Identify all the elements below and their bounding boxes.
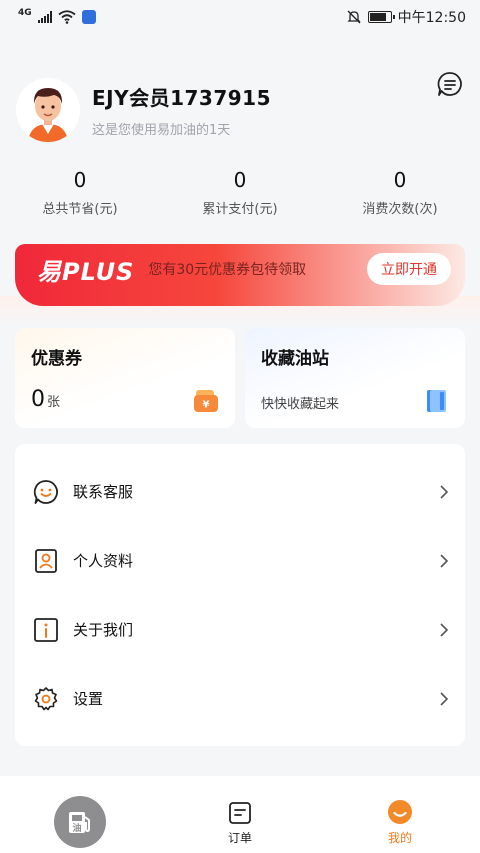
coupon-count: 0 — [31, 387, 45, 412]
settings-menu: 联系客服 个人资料 关于我们 设置 — [15, 444, 465, 746]
coupon-card[interactable]: 优惠券 0 张 ¥ — [15, 328, 235, 428]
network-type: 4G — [18, 8, 32, 18]
nav-gas[interactable]: 油 — [0, 776, 160, 853]
menu-item-customer-service[interactable]: 联系客服 — [15, 457, 465, 526]
usage-days-text: 这是您使用易加油的1天 — [92, 123, 231, 138]
menu-item-settings[interactable]: 设置 — [15, 664, 465, 733]
message-icon[interactable] — [436, 70, 464, 98]
menu-label: 联系客服 — [73, 483, 134, 501]
stat-value: 0 — [233, 168, 247, 192]
profile-text: EJY会员1737915 这是您使用易加油的1天 — [92, 82, 271, 138]
chevron-right-icon — [440, 484, 449, 499]
gear-icon — [34, 686, 58, 710]
mine-smile-icon — [388, 800, 412, 824]
profile-card-icon — [35, 548, 57, 573]
plus-logo: 易PLUS — [37, 257, 135, 286]
chevron-right-icon — [440, 691, 449, 706]
gas-station-icon: 油 — [69, 812, 90, 834]
coupon-wallet-icon: ¥ — [194, 390, 218, 412]
status-bar: 4G 中午12:50 — [0, 0, 480, 34]
orders-icon — [229, 802, 251, 824]
bottom-nav: 油 订单 我的 — [0, 776, 480, 853]
customer-service-icon — [33, 479, 58, 504]
nav-mine-label: 我的 — [387, 831, 412, 845]
svg-text:¥: ¥ — [203, 400, 210, 411]
chevron-right-icon — [440, 553, 449, 568]
stat-label: 累计支付(元) — [202, 202, 278, 217]
clock: 中午12:50 — [397, 10, 466, 26]
status-left: 4G — [18, 8, 96, 24]
nav-mine[interactable]: 我的 — [320, 776, 480, 853]
nav-orders-label: 订单 — [227, 831, 252, 845]
profile-header: EJY会员1737915 这是您使用易加油的1天 — [16, 72, 464, 144]
plus-banner[interactable]: 易PLUS 您有30元优惠券包待领取 立即开通 — [15, 244, 465, 306]
coupon-title: 优惠券 — [31, 349, 82, 369]
stat-total-paid[interactable]: 0 累计支付(元) — [160, 168, 320, 217]
nav-orders[interactable]: 订单 — [160, 776, 320, 853]
stat-value: 0 — [73, 168, 87, 192]
menu-label: 关于我们 — [73, 621, 134, 639]
stat-total-saved[interactable]: 0 总共节省(元) — [0, 168, 160, 217]
plus-promo-text: 您有30元优惠券包待领取 — [148, 262, 307, 278]
battery-icon — [367, 11, 395, 23]
bell-muted-icon — [347, 10, 361, 24]
username: EJY会员1737915 — [92, 86, 271, 110]
menu-item-profile[interactable]: 个人资料 — [15, 526, 465, 595]
info-icon — [34, 617, 58, 642]
menu-label: 个人资料 — [73, 552, 134, 570]
avatar[interactable] — [16, 78, 80, 142]
gas-station-fab[interactable]: 油 — [54, 796, 106, 848]
security-shield-icon — [81, 10, 96, 24]
signal-icon — [37, 11, 52, 23]
menu-label: 设置 — [73, 690, 104, 708]
favorite-title: 收藏油站 — [261, 349, 329, 369]
favorite-subtitle: 快快收藏起来 — [261, 397, 340, 412]
coupon-count-row: 0 张 — [31, 387, 60, 412]
stat-value: 0 — [393, 168, 407, 192]
stats-row: 0 总共节省(元) 0 累计支付(元) 0 消费次数(次) — [0, 168, 480, 217]
stat-label: 总共节省(元) — [42, 202, 118, 217]
status-right: 中午12:50 — [346, 7, 466, 27]
wifi-icon — [58, 10, 76, 24]
coupon-unit: 张 — [47, 395, 61, 410]
bookmark-book-icon — [427, 390, 446, 412]
open-plus-button[interactable]: 立即开通 — [367, 253, 451, 285]
avatar-illustration — [16, 78, 80, 142]
stat-label: 消费次数(次) — [362, 202, 438, 217]
gas-icon-char: 油 — [72, 822, 81, 834]
chevron-right-icon — [440, 622, 449, 637]
menu-item-about-us[interactable]: 关于我们 — [15, 595, 465, 664]
stat-purchase-count[interactable]: 0 消费次数(次) — [320, 168, 480, 217]
favorite-stations-card[interactable]: 收藏油站 快快收藏起来 — [245, 328, 465, 428]
